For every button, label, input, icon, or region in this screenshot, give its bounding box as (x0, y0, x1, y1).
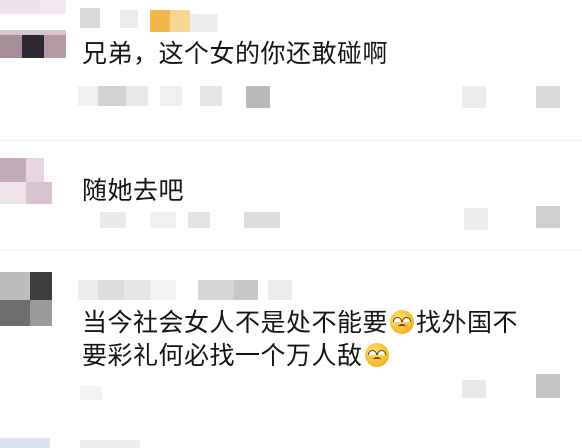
divider-1 (0, 140, 582, 141)
comment-text-1: 兄弟，这个女的你还敢碰啊 (82, 39, 389, 68)
comment-text-3-part-b: 找外国不 (416, 308, 519, 337)
comment-text-3-line-2: 要彩礼何必找一个万人敌 (82, 340, 391, 372)
divider-2 (0, 250, 582, 251)
comment-text-3-line-1: 当今社会女人不是处不能要 找外国不 (82, 307, 518, 339)
rolling-eyes-emoji-icon (390, 310, 415, 334)
rolling-eyes-emoji-icon (364, 343, 389, 367)
comment-text-3-part-c: 要彩礼何必找一个万人敌 (82, 341, 363, 370)
comment-text-3-part-a: 当今社会女人不是处不能要 (82, 308, 389, 337)
comment-text-2: 随她去吧 (82, 176, 185, 205)
